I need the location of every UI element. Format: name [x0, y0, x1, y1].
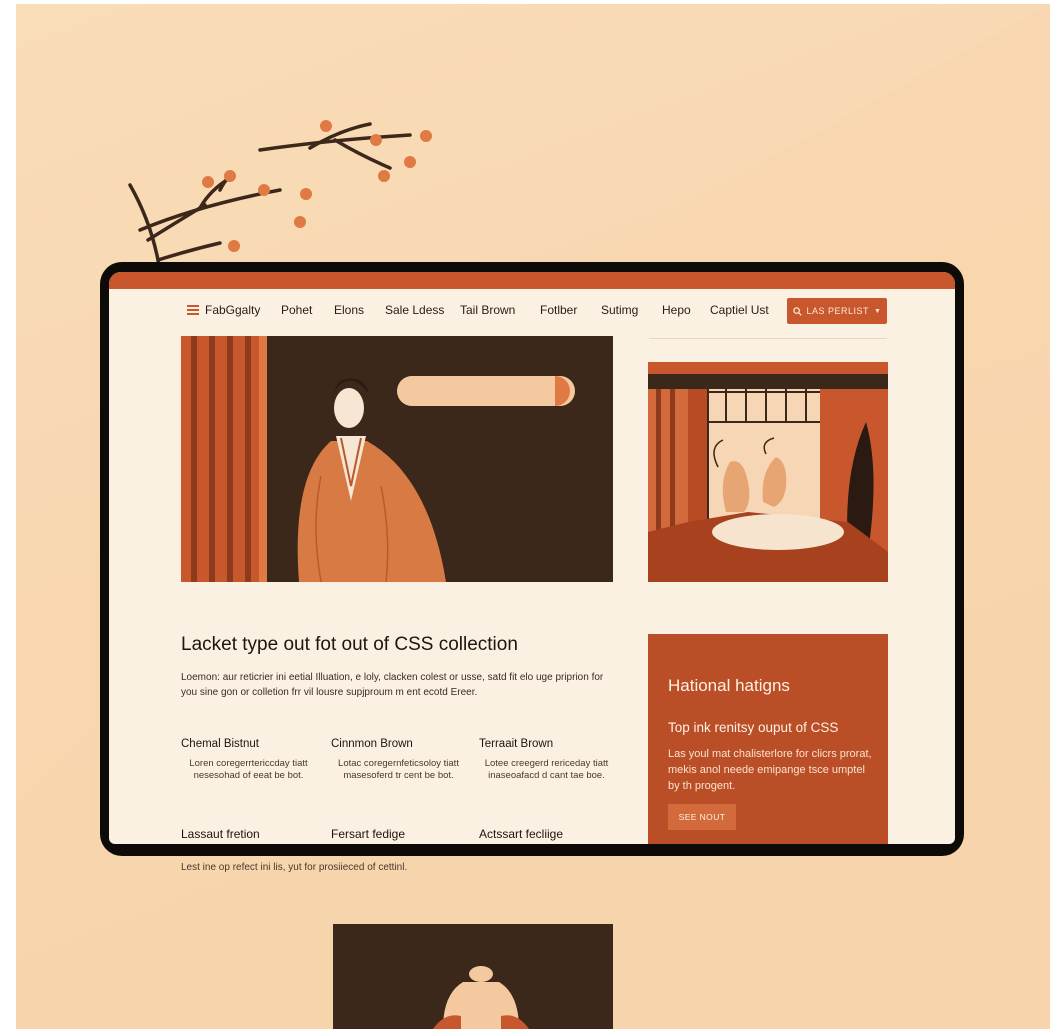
- feature-column: Cinnmon Brown Lotac coregernfeticsoloy t…: [331, 738, 466, 782]
- feature-column-title: Terraait Brown: [479, 738, 554, 750]
- search-icon: [792, 306, 802, 316]
- feature-heading: Lassaut fretion: [181, 827, 260, 841]
- feature-column-title: Chemal Bistnut: [181, 738, 259, 750]
- nav-item[interactable]: Sale Ldess: [385, 303, 444, 317]
- bottom-illustration: [333, 924, 613, 1029]
- promo-card-subtitle: Top ink renitsy ouput of CSS: [668, 720, 839, 735]
- promo-card-button[interactable]: SEE NOUT: [668, 804, 736, 830]
- interior-room-illustration: [648, 362, 888, 582]
- feature-heading: Actssart fecliige: [479, 827, 564, 841]
- nav-item[interactable]: Tail Brown: [460, 303, 515, 317]
- nav-item[interactable]: Elons: [334, 303, 364, 317]
- caret-down-icon: ▼: [874, 307, 882, 315]
- feature-column: Chemal Bistnut Loren coregerrtericcday t…: [181, 738, 316, 782]
- nav-item[interactable]: Fotlber: [540, 303, 577, 317]
- feature-column: Terraait Brown Lotee creegerd rericeday …: [479, 738, 614, 782]
- promo-card: Hational hatigns Top ink renitsy ouput o…: [648, 634, 888, 844]
- hamburger-menu-icon[interactable]: [187, 305, 199, 315]
- section-lead-text: Loemon: aur reticrier ini eetial Illuati…: [181, 672, 604, 698]
- nav-cta-label: LAS PERLIST: [806, 306, 870, 316]
- bottom-figure-illustration: [433, 966, 529, 1029]
- feature-column-text: Lotee creegerd rericeday tiatt inaseoafa…: [484, 758, 609, 781]
- site-logo[interactable]: FabGgalty: [187, 303, 260, 317]
- nav-item[interactable]: Captiel Ust: [710, 303, 769, 317]
- hero-figure-illustration: [181, 336, 575, 582]
- promo-card-text: Las youl mat chalisterlore for clicrs pr…: [668, 748, 872, 792]
- promo-card-title: Hational hatigns: [668, 676, 790, 695]
- feature-column-text: Loren coregerrtericcday tiatt nesesohad …: [189, 758, 308, 781]
- feature-column-text: Lotac coregernfeticsoloy tiatt masesofer…: [338, 758, 459, 781]
- site-logo-text: FabGgalty: [205, 303, 261, 317]
- nav-item[interactable]: Hepo: [662, 303, 691, 317]
- top-accent-bar: [109, 272, 955, 289]
- feature-column-title: Cinnmon Brown: [331, 738, 413, 750]
- feature-heading: Fersart fedige: [331, 827, 406, 841]
- interior-illustration: [648, 362, 888, 582]
- nav-divider: [649, 338, 887, 339]
- website-screen: FabGgalty Pohet Elons Sale Ldess Tail Br…: [109, 272, 955, 844]
- nav-cta-button[interactable]: LAS PERLIST ▼: [787, 298, 887, 324]
- below-screen-text: Lest ine op refect ini lis, yut for pros…: [181, 862, 408, 873]
- nav-item[interactable]: Sutimg: [601, 303, 638, 317]
- section-heading: Lacket type out fot out of CSS collectio…: [181, 634, 518, 655]
- hero-illustration: [181, 336, 613, 582]
- nav-item[interactable]: Pohet: [281, 303, 312, 317]
- navigation-bar: FabGgalty Pohet Elons Sale Ldess Tail Br…: [109, 289, 955, 335]
